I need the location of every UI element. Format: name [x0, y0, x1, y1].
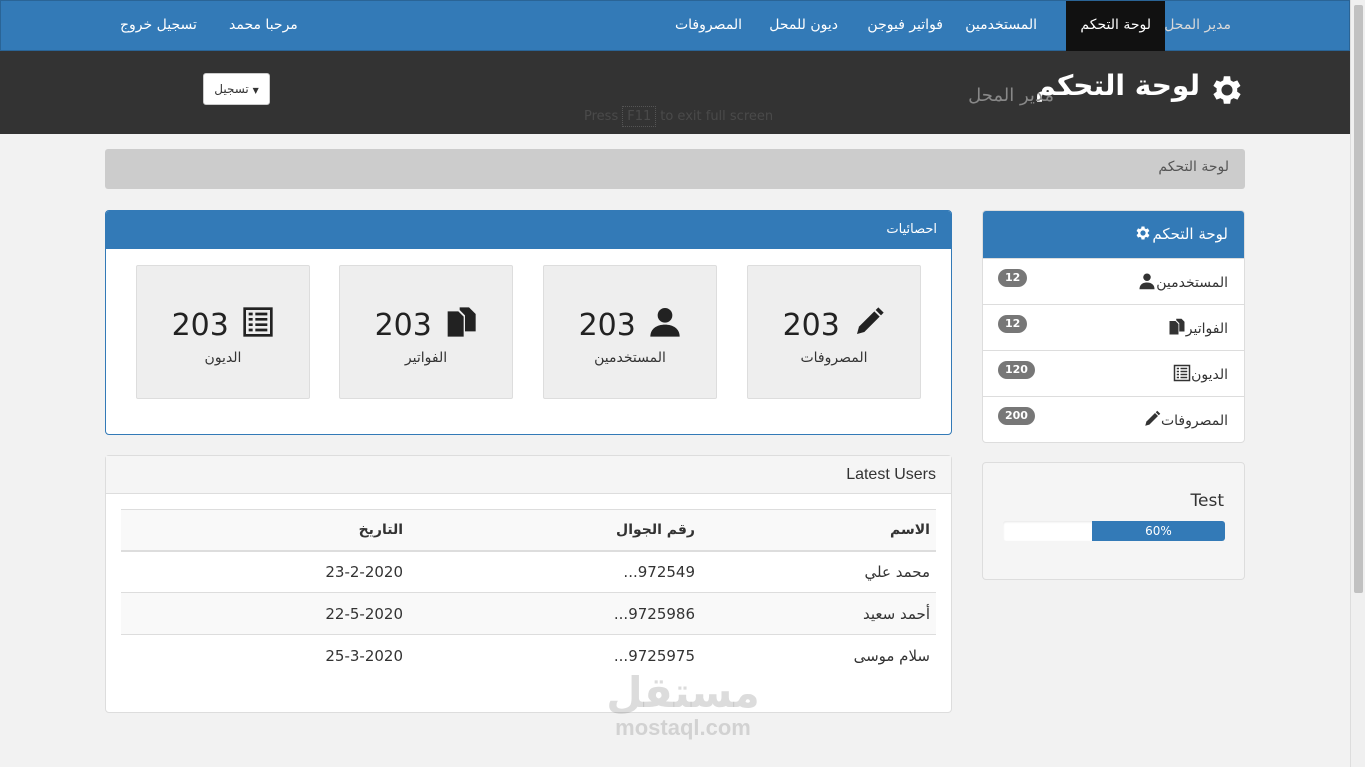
watermark-logo: مستقل mostaql.com [606, 668, 760, 740]
progress-bar: 60% [1091, 521, 1225, 541]
nav-brand[interactable]: مدير المحل [1164, 1, 1231, 51]
sidebar-item-invoices[interactable]: الفواتير 12 [983, 304, 1244, 350]
cell-phone: 9725986... [409, 592, 701, 635]
fullscreen-hint: Press F11 to exit full screen [584, 106, 773, 127]
user-icon [645, 308, 681, 343]
statistics-header: احصائيات [106, 211, 951, 249]
pencil-icon [849, 307, 885, 343]
welcome-text: مرحبا محمد [229, 17, 298, 33]
table-header-row: الاسم رقم الجوال التاريخ [121, 509, 936, 552]
pencil-icon [1143, 410, 1161, 432]
breadcrumb: لوحة التحكم [105, 149, 1245, 189]
page-title: لوحة التحكم [1035, 69, 1200, 102]
sidebar-item-expenses[interactable]: المصروفات 200 [983, 396, 1244, 442]
table-row[interactable]: أحمد سعيد 9725986... 22-5-2020 [121, 592, 936, 635]
stat-card-expenses[interactable]: 203 المصروفات [747, 265, 921, 399]
page-scrollbar[interactable] [1350, 0, 1365, 767]
nav-item-expenses[interactable]: المصروفات [675, 1, 742, 51]
list-icon [1173, 364, 1191, 386]
list-icon [238, 307, 274, 343]
sidebar-menu: لوحة التحكم المستخدمين 12 الفواتير 12 ال… [982, 210, 1245, 443]
nav-item-users[interactable]: المستخدمين [965, 1, 1037, 51]
latest-users-panel: Latest Users الاسم رقم الجوال التاريخ مح… [105, 455, 952, 713]
sidebar-item-users[interactable]: المستخدمين 12 [983, 258, 1244, 304]
statistics-panel: احصائيات 203 المصروفات 203 المستخدمين 20… [105, 210, 952, 435]
cell-name: محمد علي [701, 550, 936, 593]
column-phone: رقم الجوال [409, 509, 701, 552]
test-progress-panel: Test 60% [982, 462, 1245, 580]
register-dropdown-button[interactable]: تسجيل ▼ [203, 73, 270, 105]
nav-item-dashboard[interactable]: لوحة التحكم [1066, 1, 1165, 51]
table-row[interactable]: سلام موسى 9725975... 25-3-2020 [121, 634, 936, 677]
stat-card-invoices[interactable]: 203 الفواتير [339, 265, 513, 399]
breadcrumb-current[interactable]: لوحة التحكم [1158, 159, 1229, 175]
user-icon [1138, 272, 1156, 294]
cell-date: 22-5-2020 [121, 592, 409, 635]
cell-phone: 972549... [409, 550, 701, 593]
nav-item-shop-debts[interactable]: ديون للمحل [769, 1, 838, 51]
nav-item-fusion-invoices[interactable]: فواتير فيوجن [867, 1, 943, 51]
gear-icon [1208, 71, 1246, 113]
gear-icon [1134, 224, 1152, 246]
top-navbar: مدير المحل لوحة التحكم المستخدمين فواتير… [0, 0, 1350, 51]
logout-link[interactable]: تسجيل خروج [120, 1, 197, 51]
invoices-count-badge: 12 [998, 315, 1028, 333]
stat-card-users[interactable]: 203 المستخدمين [543, 265, 717, 399]
page-subtitle: مدير المحل [968, 85, 1054, 106]
files-icon [1168, 318, 1186, 340]
stat-card-debts[interactable]: 203 الديون [136, 265, 310, 399]
caret-down-icon: ▼ [252, 86, 259, 95]
users-count-badge: 12 [998, 269, 1028, 287]
files-icon [441, 307, 477, 343]
progress-track: 60% [1003, 521, 1225, 541]
column-date: التاريخ [121, 509, 409, 552]
cell-date: 25-3-2020 [121, 634, 409, 677]
sidebar-item-debts[interactable]: الديون 120 [983, 350, 1244, 396]
cell-name: أحمد سعيد [701, 592, 936, 635]
cell-date: 23-2-2020 [121, 550, 409, 593]
expenses-count-badge: 200 [998, 407, 1035, 425]
scrollbar-thumb[interactable] [1354, 5, 1363, 593]
sidebar-header[interactable]: لوحة التحكم [983, 211, 1244, 258]
debts-count-badge: 120 [998, 361, 1035, 379]
latest-users-table: الاسم رقم الجوال التاريخ محمد علي 972549… [121, 509, 936, 677]
table-row[interactable]: محمد علي 972549... 23-2-2020 [121, 550, 936, 593]
column-name: الاسم [701, 509, 936, 552]
latest-users-header: Latest Users [106, 456, 951, 494]
progress-title: Test [1190, 491, 1224, 511]
